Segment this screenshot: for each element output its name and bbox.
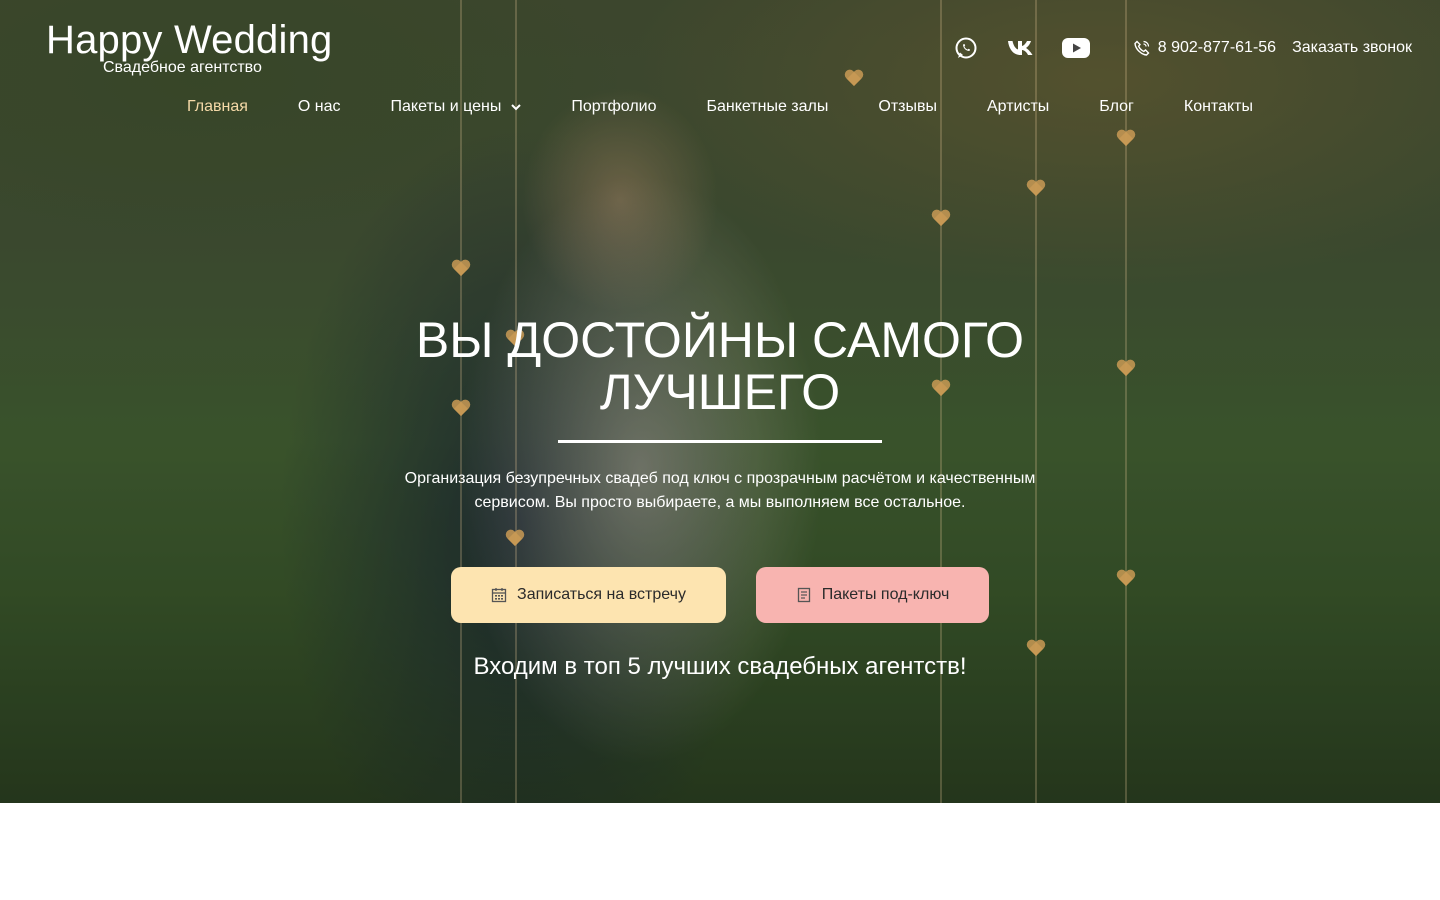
nav-item-banquet-halls[interactable]: Банкетные залы (707, 98, 829, 116)
book-meeting-button[interactable]: Записаться на встречу (451, 567, 726, 623)
hero-lead: Организация безупречных свадеб под ключ … (404, 470, 1036, 511)
nav-item-portfolio[interactable]: Портфолио (571, 98, 656, 116)
hero-content: ВЫ ДОСТОЙНЫ САМОГО ЛУЧШЕГО Организация б… (0, 314, 1440, 681)
hero-section: Happy Wedding Свадебное агентство 8 902-… (0, 0, 1440, 803)
nav-item-packages[interactable]: Пакеты и цены (391, 98, 522, 116)
hero-headline: ВЫ ДОСТОЙНЫ САМОГО ЛУЧШЕГО (415, 312, 1025, 420)
vk-icon[interactable] (1007, 34, 1035, 62)
phone-label: 8 902-877-61-56 (1157, 39, 1277, 56)
heart-decoration (845, 70, 863, 88)
nav-item-blog[interactable]: Блог (1099, 98, 1134, 116)
hero-tagline: Входим в топ 5 лучших свадебных агентств… (473, 653, 967, 680)
document-icon (797, 587, 810, 603)
brand-title: Happy Wedding (46, 18, 333, 62)
heart-decoration (1117, 130, 1135, 148)
topbar: 8 902-877-61-56 Заказать звонок (925, 34, 1412, 62)
youtube-icon[interactable] (1061, 34, 1090, 62)
phone-number[interactable]: 8 902-877-61-56 (1134, 39, 1276, 57)
whatsapp-icon[interactable] (952, 34, 980, 62)
brand-subtitle: Свадебное агентство (103, 59, 262, 76)
nav-item-home[interactable]: Главная (187, 98, 248, 116)
main-nav: Главная О нас Пакеты и цены Портфолио Ба… (0, 98, 1440, 116)
headline-divider (558, 440, 882, 443)
hero-buttons: Записаться на встречу Пакеты под-ключ (0, 567, 1440, 623)
heart-decoration (452, 260, 470, 278)
nav-item-contacts[interactable]: Контакты (1184, 98, 1253, 116)
calendar-icon (491, 588, 507, 603)
callback-link[interactable]: Заказать звонок (1292, 39, 1412, 57)
nav-item-artists[interactable]: Артисты (987, 98, 1049, 116)
nav-item-reviews[interactable]: Отзывы (878, 98, 937, 116)
heart-decoration (1027, 180, 1045, 198)
phone-icon (1134, 40, 1150, 56)
nav-item-about[interactable]: О нас (298, 98, 341, 116)
brand-logo[interactable]: Happy Wedding Свадебное агентство (46, 18, 333, 76)
heart-decoration (932, 210, 950, 228)
packages-button[interactable]: Пакеты под-ключ (756, 567, 989, 623)
chevron-down-icon (511, 103, 522, 110)
